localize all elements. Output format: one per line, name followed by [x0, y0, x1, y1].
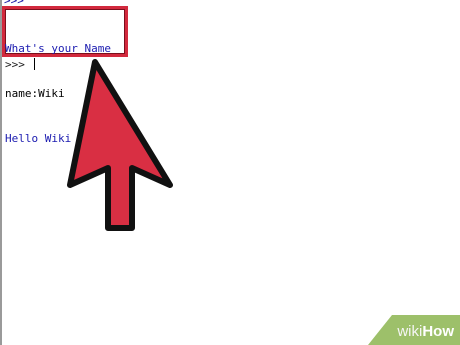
- pointer-arrow-icon: [67, 59, 173, 231]
- watermark-text: wikiHow: [397, 323, 454, 340]
- wikihow-watermark: wikiHow: [368, 315, 460, 345]
